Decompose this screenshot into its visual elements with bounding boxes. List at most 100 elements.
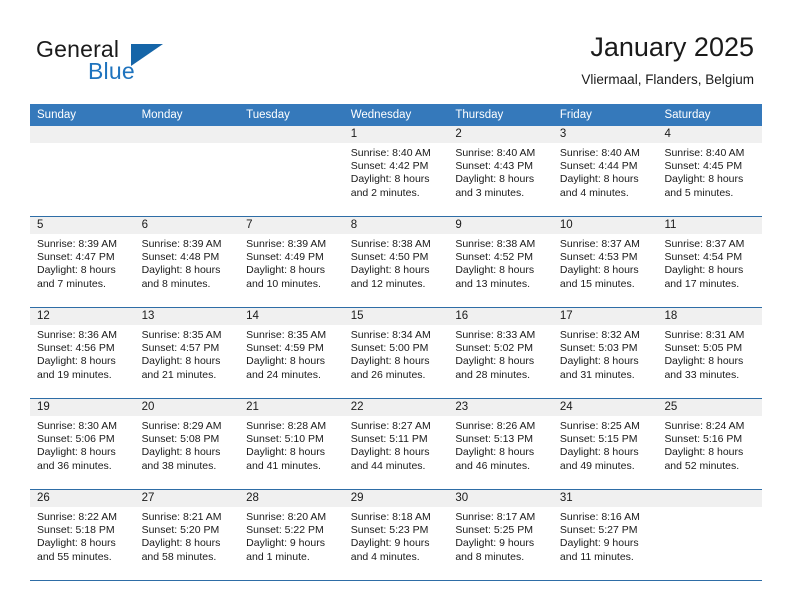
- sunset-line: Sunset: 5:23 PM: [350, 524, 429, 537]
- day-cell[interactable]: 16 Sunrise: 8:33 AM Sunset: 5:02 PM Dayl…: [448, 308, 553, 398]
- day-cell[interactable]: 3 Sunrise: 8:40 AM Sunset: 4:44 PM Dayli…: [552, 126, 658, 216]
- day-info: Sunrise: 8:31 AM Sunset: 5:05 PM Dayligh…: [657, 325, 762, 382]
- day-info: Sunrise: 8:27 AM Sunset: 5:11 PM Dayligh…: [344, 416, 449, 473]
- day-cell[interactable]: 20 Sunrise: 8:29 AM Sunset: 5:08 PM Dayl…: [134, 399, 240, 489]
- daylight-line-2: and 36 minutes.: [37, 459, 112, 472]
- day-info: Sunrise: 8:38 AM Sunset: 4:52 PM Dayligh…: [448, 234, 553, 291]
- sunrise-line: Sunrise: 8:29 AM: [141, 420, 222, 432]
- sunrise-line: Sunrise: 8:40 AM: [455, 147, 536, 159]
- sunset-line: Sunset: 5:25 PM: [455, 524, 533, 537]
- sunset-line: Sunset: 4:59 PM: [246, 342, 324, 355]
- day-number: 5: [30, 217, 135, 234]
- daylight-line-2: and 24 minutes.: [246, 368, 321, 381]
- day-cell[interactable]: 17 Sunrise: 8:32 AM Sunset: 5:03 PM Dayl…: [552, 308, 658, 398]
- daylight-line-1: Daylight: 8 hours: [246, 264, 325, 277]
- day-cell[interactable]: [134, 126, 240, 216]
- day-number: 13: [134, 308, 240, 325]
- daylight-line-1: Daylight: 8 hours: [350, 446, 430, 459]
- daylight-line-1: Daylight: 8 hours: [455, 355, 535, 368]
- sunset-line: Sunset: 4:52 PM: [455, 251, 533, 264]
- day-cell[interactable]: 26 Sunrise: 8:22 AM Sunset: 5:18 PM Dayl…: [30, 490, 135, 580]
- brand-logo[interactable]: General Blue: [36, 36, 256, 88]
- day-number: 18: [657, 308, 763, 325]
- day-info: Sunrise: 8:35 AM Sunset: 4:59 PM Dayligh…: [239, 325, 344, 382]
- day-cell[interactable]: 31 Sunrise: 8:16 AM Sunset: 5:27 PM Dayl…: [552, 490, 658, 580]
- day-number: 16: [448, 308, 553, 325]
- day-cell[interactable]: 25 Sunrise: 8:24 AM Sunset: 5:16 PM Dayl…: [657, 399, 763, 489]
- day-cell[interactable]: 8 Sunrise: 8:38 AM Sunset: 4:50 PM Dayli…: [343, 217, 449, 307]
- day-cell[interactable]: 24 Sunrise: 8:25 AM Sunset: 5:15 PM Dayl…: [552, 399, 658, 489]
- day-cell[interactable]: 15 Sunrise: 8:34 AM Sunset: 5:00 PM Dayl…: [343, 308, 449, 398]
- sunrise-line: Sunrise: 8:25 AM: [559, 420, 640, 432]
- day-number: 9: [448, 217, 553, 234]
- sunrise-line: Sunrise: 8:31 AM: [664, 329, 745, 341]
- sunset-line: Sunset: 5:00 PM: [350, 342, 429, 355]
- day-cell[interactable]: 13 Sunrise: 8:35 AM Sunset: 4:57 PM Dayl…: [134, 308, 240, 398]
- day-cell[interactable]: 12 Sunrise: 8:36 AM Sunset: 4:56 PM Dayl…: [30, 308, 135, 398]
- day-number: 11: [657, 217, 763, 234]
- day-cell[interactable]: 22 Sunrise: 8:27 AM Sunset: 5:11 PM Dayl…: [343, 399, 449, 489]
- daylight-line-2: and 19 minutes.: [37, 368, 112, 381]
- title-block: January 2025 Vliermaal, Flanders, Belgiu…: [581, 30, 754, 90]
- day-cell[interactable]: 5 Sunrise: 8:39 AM Sunset: 4:47 PM Dayli…: [30, 217, 135, 307]
- day-cell[interactable]: 23 Sunrise: 8:26 AM Sunset: 5:13 PM Dayl…: [448, 399, 553, 489]
- day-number: 4: [657, 126, 763, 143]
- week-row: 1 Sunrise: 8:40 AM Sunset: 4:42 PM Dayli…: [30, 126, 763, 217]
- day-number: 14: [239, 308, 344, 325]
- daylight-line-2: and 5 minutes.: [664, 186, 734, 199]
- day-number: 26: [30, 490, 135, 507]
- sunrise-line: Sunrise: 8:27 AM: [350, 420, 431, 432]
- day-info: Sunrise: 8:37 AM Sunset: 4:54 PM Dayligh…: [657, 234, 762, 291]
- day-info: Sunrise: 8:32 AM Sunset: 5:03 PM Dayligh…: [553, 325, 658, 382]
- day-cell[interactable]: 19 Sunrise: 8:30 AM Sunset: 5:06 PM Dayl…: [30, 399, 135, 489]
- day-cell[interactable]: [239, 126, 344, 216]
- day-cell[interactable]: 1 Sunrise: 8:40 AM Sunset: 4:42 PM Dayli…: [343, 126, 449, 216]
- day-cell[interactable]: [657, 490, 763, 580]
- sunset-line: Sunset: 4:44 PM: [559, 160, 638, 173]
- sunset-line: Sunset: 4:54 PM: [664, 251, 743, 264]
- day-info: Sunrise: 8:18 AM Sunset: 5:23 PM Dayligh…: [344, 507, 449, 564]
- sunset-line: Sunset: 4:57 PM: [141, 342, 220, 355]
- daylight-line-2: and 11 minutes.: [559, 550, 634, 563]
- daylight-line-1: Daylight: 8 hours: [559, 355, 639, 368]
- calendar-page: General Blue January 2025 Vliermaal, Fla…: [0, 0, 792, 612]
- sunrise-line: Sunrise: 8:18 AM: [350, 511, 431, 523]
- day-info: Sunrise: 8:39 AM Sunset: 4:48 PM Dayligh…: [135, 234, 240, 291]
- daylight-line-1: Daylight: 8 hours: [664, 355, 744, 368]
- day-cell[interactable]: 14 Sunrise: 8:35 AM Sunset: 4:59 PM Dayl…: [239, 308, 344, 398]
- day-cell[interactable]: [30, 126, 135, 216]
- day-number: 2: [448, 126, 553, 143]
- day-cell[interactable]: 29 Sunrise: 8:18 AM Sunset: 5:23 PM Dayl…: [343, 490, 449, 580]
- day-cell[interactable]: 2 Sunrise: 8:40 AM Sunset: 4:43 PM Dayli…: [448, 126, 553, 216]
- day-cell[interactable]: 27 Sunrise: 8:21 AM Sunset: 5:20 PM Dayl…: [134, 490, 240, 580]
- day-cell[interactable]: 18 Sunrise: 8:31 AM Sunset: 5:05 PM Dayl…: [657, 308, 763, 398]
- sunrise-line: Sunrise: 8:21 AM: [141, 511, 222, 523]
- daylight-line-2: and 8 minutes.: [141, 277, 211, 290]
- day-info: [657, 507, 762, 511]
- sunset-line: Sunset: 5:05 PM: [664, 342, 743, 355]
- daylight-line-1: Daylight: 8 hours: [455, 264, 535, 277]
- day-cell[interactable]: 9 Sunrise: 8:38 AM Sunset: 4:52 PM Dayli…: [448, 217, 553, 307]
- daylight-line-1: Daylight: 8 hours: [455, 173, 535, 186]
- weekday-header-saturday: Saturday: [664, 109, 711, 121]
- daylight-line-1: Daylight: 8 hours: [350, 355, 430, 368]
- day-cell[interactable]: 30 Sunrise: 8:17 AM Sunset: 5:25 PM Dayl…: [448, 490, 553, 580]
- weekday-header-row: Sunday Monday Tuesday Wednesday Thursday…: [30, 104, 762, 126]
- day-cell[interactable]: 6 Sunrise: 8:39 AM Sunset: 4:48 PM Dayli…: [134, 217, 240, 307]
- day-info: [239, 143, 344, 147]
- daylight-line-1: Daylight: 8 hours: [246, 446, 325, 459]
- daylight-line-1: Daylight: 8 hours: [141, 264, 221, 277]
- day-number: 29: [343, 490, 449, 507]
- day-cell[interactable]: 21 Sunrise: 8:28 AM Sunset: 5:10 PM Dayl…: [239, 399, 344, 489]
- sunrise-line: Sunrise: 8:26 AM: [455, 420, 536, 432]
- day-number: 10: [552, 217, 658, 234]
- day-cell[interactable]: 28 Sunrise: 8:20 AM Sunset: 5:22 PM Dayl…: [239, 490, 344, 580]
- day-cell[interactable]: 11 Sunrise: 8:37 AM Sunset: 4:54 PM Dayl…: [657, 217, 763, 307]
- day-info: Sunrise: 8:36 AM Sunset: 4:56 PM Dayligh…: [30, 325, 135, 382]
- day-info: Sunrise: 8:37 AM Sunset: 4:53 PM Dayligh…: [553, 234, 658, 291]
- day-cell[interactable]: 10 Sunrise: 8:37 AM Sunset: 4:53 PM Dayl…: [552, 217, 658, 307]
- day-cell[interactable]: 7 Sunrise: 8:39 AM Sunset: 4:49 PM Dayli…: [239, 217, 344, 307]
- daylight-line-1: Daylight: 9 hours: [559, 537, 639, 550]
- day-info: Sunrise: 8:33 AM Sunset: 5:02 PM Dayligh…: [448, 325, 553, 382]
- day-cell[interactable]: 4 Sunrise: 8:40 AM Sunset: 4:45 PM Dayli…: [657, 126, 763, 216]
